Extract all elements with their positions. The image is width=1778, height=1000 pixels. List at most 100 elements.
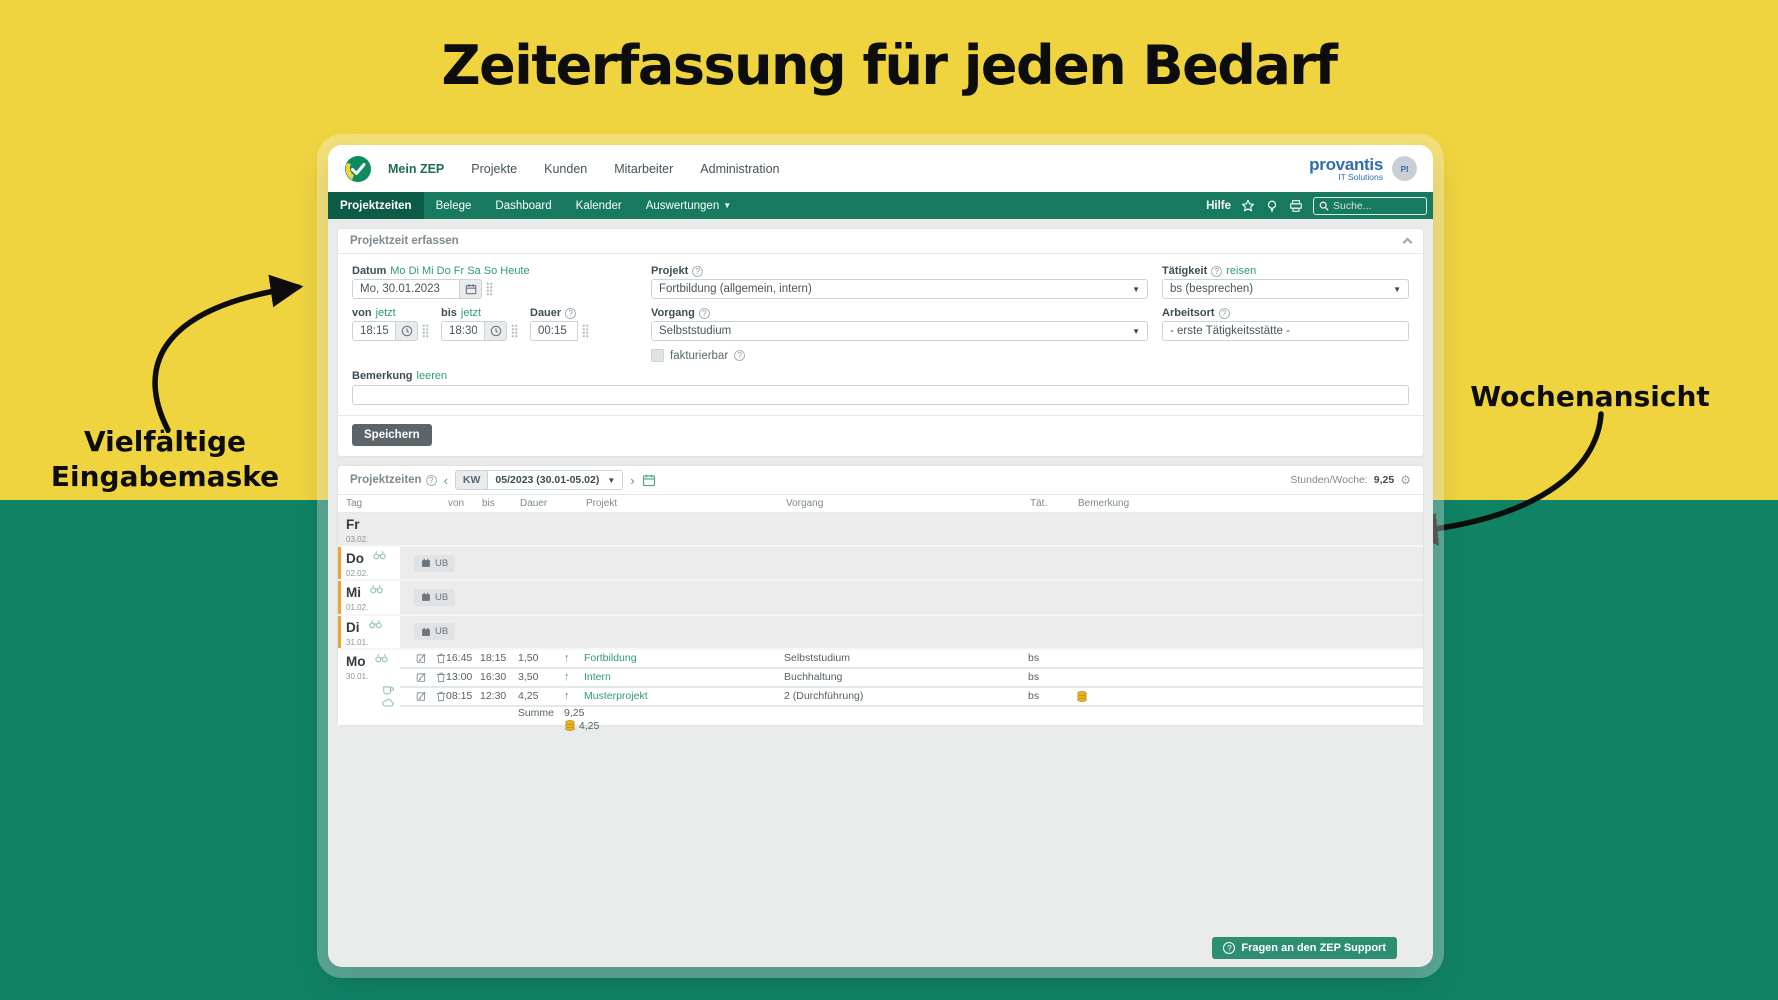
vorgang-select[interactable]: Selbststudium ▼ <box>651 321 1148 341</box>
trash-icon[interactable] <box>436 671 446 683</box>
bemerkung-leeren-link[interactable]: leeren <box>417 370 448 382</box>
bis-clock-button[interactable] <box>485 321 507 341</box>
edit-icon[interactable] <box>416 671 427 683</box>
prev-week-button[interactable]: ‹ <box>437 473 455 488</box>
von-jetzt-link[interactable]: jetzt <box>376 307 396 319</box>
help-circle-icon[interactable]: ? <box>1211 266 1222 277</box>
star-icon[interactable] <box>1241 199 1255 213</box>
search-input[interactable] <box>1333 200 1413 212</box>
von-input[interactable] <box>352 321 396 341</box>
search-box[interactable] <box>1313 197 1427 215</box>
datum-input[interactable] <box>352 279 460 299</box>
absence-badge[interactable]: UB <box>414 589 455 606</box>
zep-support-button[interactable]: ? Fragen an den ZEP Support <box>1212 937 1397 959</box>
dauer-input[interactable] <box>530 321 578 341</box>
top-nav-mitarbeiter[interactable]: Mitarbeiter <box>614 162 673 176</box>
summe-row: Summe 9,25 4,25 <box>400 707 1423 725</box>
main-nav: Projektzeiten Belege Dashboard Kalender … <box>328 192 1433 219</box>
table-row-di[interactable]: Di 31.01. <box>338 616 1423 650</box>
absence-badge[interactable]: UB <box>414 555 455 572</box>
table-row-do[interactable]: Do 02.02. <box>338 547 1423 581</box>
binoculars-icon[interactable] <box>373 550 386 561</box>
time-entry-row[interactable]: 13:00 16:30 3,50 ↑ Intern Buchhaltung bs <box>400 669 1423 688</box>
printer-icon[interactable] <box>1289 199 1303 213</box>
bis-label: bis <box>441 307 457 319</box>
binoculars-icon[interactable] <box>369 619 382 630</box>
top-nav-kunden[interactable]: Kunden <box>544 162 587 176</box>
hours-week-label: Stunden/Woche: <box>1290 474 1367 486</box>
save-button[interactable]: Speichern <box>352 424 432 446</box>
zep-logo-icon[interactable] <box>344 155 372 183</box>
fakturierbar-checkbox[interactable] <box>651 349 664 362</box>
entry-project-link[interactable]: Musterprojekt <box>584 690 784 702</box>
binoculars-icon[interactable] <box>375 653 388 664</box>
trash-icon[interactable] <box>436 690 446 702</box>
calendar-icon <box>465 283 477 295</box>
table-row-mi[interactable]: Mi 01.02. <box>338 581 1423 615</box>
table-row-fr[interactable]: Fr 03.02. <box>338 513 1423 547</box>
chevron-down-icon: ▼ <box>1393 285 1401 294</box>
entry-project-link[interactable]: Intern <box>584 671 784 683</box>
drag-handle-icon[interactable] <box>486 282 493 296</box>
help-link[interactable]: Hilfe <box>1206 200 1231 212</box>
cloud-icon[interactable] <box>382 698 394 708</box>
top-nav-administration[interactable]: Administration <box>700 162 779 176</box>
arbeitsort-label: Arbeitsort <box>1162 307 1215 319</box>
bis-jetzt-link[interactable]: jetzt <box>461 307 481 319</box>
week-calendar-icon[interactable] <box>642 473 656 487</box>
time-entry-row[interactable]: 16:45 18:15 1,50 ↑ Fortbildung Selbststu… <box>400 650 1423 669</box>
edit-icon[interactable] <box>416 652 427 664</box>
arbeitsort-input[interactable] <box>1162 321 1409 341</box>
sort-up-icon[interactable]: ↑ <box>564 652 584 664</box>
tab-kalender[interactable]: Kalender <box>564 192 634 219</box>
help-circle-icon[interactable]: ? <box>565 308 576 319</box>
entry-project-link[interactable]: Fortbildung <box>584 652 784 664</box>
gear-icon[interactable]: ⚙ <box>1400 473 1411 487</box>
edit-icon[interactable] <box>416 690 427 702</box>
tab-projektzeiten[interactable]: Projektzeiten <box>328 192 424 219</box>
binoculars-icon[interactable] <box>370 584 383 595</box>
top-nav-projekte[interactable]: Projekte <box>471 162 517 176</box>
help-circle-icon[interactable]: ? <box>699 308 710 319</box>
coffee-cup-icon[interactable] <box>382 684 394 695</box>
summe-total: 9,25 <box>564 707 584 719</box>
help-circle-icon[interactable]: ? <box>692 266 703 277</box>
top-nav: Mein ZEP Projekte Kunden Mitarbeiter Adm… <box>388 162 779 176</box>
bis-input[interactable] <box>441 321 485 341</box>
tab-dashboard[interactable]: Dashboard <box>483 192 563 219</box>
tab-auswertungen[interactable]: Auswertungen▼ <box>634 192 743 219</box>
help-circle-icon[interactable]: ? <box>426 475 437 486</box>
next-week-button[interactable]: › <box>623 473 641 488</box>
user-avatar[interactable]: PI <box>1392 156 1417 181</box>
help-circle-icon: ? <box>1223 942 1235 954</box>
help-circle-icon[interactable]: ? <box>1219 308 1230 319</box>
collapse-chevron-icon[interactable] <box>1403 238 1413 248</box>
table-header-row: Tag von bis Dauer Projekt Vorgang Tät. B… <box>338 495 1423 513</box>
von-clock-button[interactable] <box>396 321 418 341</box>
bemerkung-input[interactable] <box>352 385 1409 405</box>
lightbulb-icon[interactable] <box>1265 199 1279 213</box>
calendar-icon <box>421 558 431 568</box>
top-nav-mein-zep[interactable]: Mein ZEP <box>388 162 444 176</box>
sort-up-icon[interactable]: ↑ <box>564 671 584 683</box>
drag-handle-icon[interactable] <box>511 324 518 338</box>
datum-quick-links[interactable]: Mo Di Mi Do Fr Sa So Heute <box>390 265 529 277</box>
drag-handle-icon[interactable] <box>422 324 429 338</box>
taetigkeit-select[interactable]: bs (besprechen) ▼ <box>1162 279 1409 299</box>
chevron-down-icon: ▼ <box>1132 327 1140 336</box>
help-circle-icon[interactable]: ? <box>734 350 745 361</box>
chevron-down-icon: ▼ <box>1132 285 1140 294</box>
projekt-select[interactable]: Fortbildung (allgemein, intern) ▼ <box>651 279 1148 299</box>
taetigkeit-reisen-link[interactable]: reisen <box>1226 265 1256 277</box>
week-select[interactable]: 05/2023 (30.01-05.02) ▼ <box>487 470 623 490</box>
app-window: Mein ZEP Projekte Kunden Mitarbeiter Adm… <box>328 145 1433 967</box>
von-label: von <box>352 307 372 319</box>
drag-handle-icon[interactable] <box>582 324 589 338</box>
vorgang-label: Vorgang <box>651 307 695 319</box>
sort-up-icon[interactable]: ↑ <box>564 690 584 702</box>
time-entry-row[interactable]: 08:15 12:30 4,25 ↑ Musterprojekt 2 (Durc… <box>400 688 1423 707</box>
calendar-picker-button[interactable] <box>460 279 482 299</box>
tab-belege[interactable]: Belege <box>424 192 484 219</box>
absence-badge[interactable]: UB <box>414 623 455 640</box>
trash-icon[interactable] <box>436 652 446 664</box>
